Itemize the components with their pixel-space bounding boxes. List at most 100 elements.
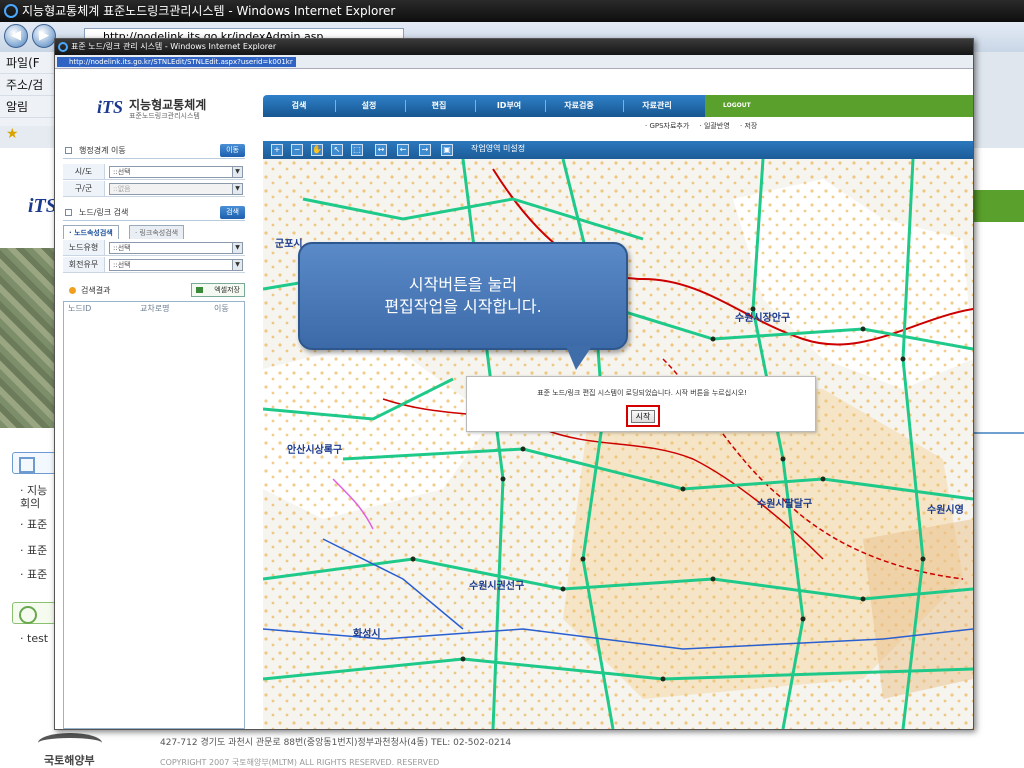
node-type-label: 노드유형 — [63, 240, 105, 255]
forward-button[interactable]: ▶ — [32, 24, 56, 48]
menu-settings[interactable]: 설정 — [339, 95, 399, 117]
ministry-name: 국토해양부 — [44, 754, 95, 767]
map-status: 작업영역 미설정 — [471, 144, 526, 153]
ie-logo-icon — [58, 42, 68, 52]
submenu-save[interactable]: · 저장 — [740, 122, 757, 130]
notice-icon — [12, 452, 56, 474]
tab-link-attr[interactable]: · 링크속성검색 — [129, 225, 185, 239]
sub-menu: · GPS자료추가 · 일괄반영 · 저장 — [645, 121, 765, 131]
search-button[interactable]: 검색 — [220, 206, 245, 219]
menu-data-manage[interactable]: 자료관리 — [627, 95, 687, 117]
sido-select[interactable]: ::선택 ▼ — [109, 166, 243, 178]
tab-node-attr[interactable]: · 노드속성검색 — [63, 225, 119, 239]
callout-tail — [566, 346, 592, 370]
clock-icon — [12, 602, 56, 624]
top-menu: 검색 설정 편집 ID부여 자료검증 자료관리 LOGOUT — [263, 95, 973, 117]
ministry-logo-icon — [38, 733, 102, 753]
pan-hand-icon[interactable]: ✋ — [311, 144, 323, 156]
chevron-down-icon: ▼ — [232, 243, 242, 253]
column-header: 노드ID — [68, 304, 92, 313]
node-type-select[interactable]: ::선택 ▼ — [109, 242, 243, 254]
logout-button[interactable]: LOGOUT — [705, 95, 973, 117]
outer-page-right — [972, 148, 1024, 738]
map-label: 화성시 — [353, 629, 381, 640]
submenu-batch-apply[interactable]: · 일괄반영 — [700, 122, 730, 130]
outer-window-title: 지능형교통체계 표준노드링크관리시스템 - Windows Internet E… — [0, 0, 1024, 22]
results-table: 노드ID 교차로명 이동 — [63, 301, 245, 729]
popup-title-text: 표준 노드/링크 관리 시스템 - Windows Internet Explo… — [71, 42, 277, 51]
outer-aerial-image — [0, 248, 60, 428]
chevron-down-icon: ▼ — [232, 184, 242, 194]
admin-move-label: 행정경계 이동 — [79, 146, 126, 155]
results-header: 검색결과 엑셀저장 — [63, 283, 245, 299]
column-header: 이동 — [214, 304, 229, 313]
instruction-callout: 시작버튼을 눌러 편집작업을 시작합니다. — [298, 242, 628, 350]
gugun-select[interactable]: ::없음 ▼ — [109, 183, 243, 195]
turn-row: 회전유무 ::선택 ▼ — [63, 257, 245, 273]
footer-copyright: COPYRIGHT 2007 국토해양부(MLTM) ALL RIGHTS RE… — [160, 758, 440, 767]
full-extent-icon[interactable]: ▣ — [441, 144, 453, 156]
sido-row: 시/도 ::선택 ▼ — [63, 164, 245, 180]
zoom-out-icon[interactable]: − — [291, 144, 303, 156]
map-label: 수원시장안구 — [735, 313, 791, 324]
outer-recent-item[interactable]: · test — [20, 632, 48, 645]
outer-page-logo: iTS — [28, 195, 57, 217]
back-button[interactable]: ◀ — [4, 24, 28, 48]
node-search-label: 노드/링크 검색 — [79, 208, 129, 217]
map-label: 군포시 — [275, 239, 303, 250]
start-button[interactable]: 시작 — [631, 410, 655, 423]
outer-notice-item[interactable]: 회의 — [20, 495, 40, 511]
move-button[interactable]: 이동 — [220, 144, 245, 157]
start-button-highlight: 시작 — [626, 405, 660, 427]
excel-save-button[interactable]: 엑셀저장 — [191, 283, 245, 297]
admin-move-header: 행정경계 이동 이동 — [63, 143, 245, 159]
turn-label: 회전유무 — [63, 257, 105, 272]
alerts-menu[interactable]: 알림 — [0, 96, 60, 118]
popup-title-bar: 표준 노드/링크 관리 시스템 - Windows Internet Explo… — [55, 39, 973, 55]
favorites-star-icon[interactable]: ★ — [0, 126, 60, 148]
outer-notice-item[interactable]: · 표준 — [20, 566, 47, 582]
map-label: 수원시영 — [927, 505, 964, 516]
column-header: 교차로명 — [140, 304, 170, 313]
chevron-down-icon: ▼ — [232, 167, 242, 177]
outer-window-title-text: 지능형교통체계 표준노드링크관리시스템 - Windows Internet E… — [22, 4, 396, 18]
outer-divider — [972, 432, 1024, 434]
section-bullet-icon — [65, 209, 72, 216]
outer-notice-item[interactable]: · 표준 — [20, 516, 47, 532]
zoom-in-icon[interactable]: + — [271, 144, 283, 156]
map-label: 안산시상록구 — [287, 445, 343, 456]
map-label: 수원시팔달구 — [757, 499, 813, 510]
callout-line-1: 시작버튼을 눌러 — [408, 275, 518, 294]
outer-menubar: 파일(F 주소/검 알림 — [0, 52, 60, 126]
ie-logo-icon — [4, 4, 18, 18]
menu-edit[interactable]: 편집 — [409, 95, 469, 117]
next-view-icon[interactable]: → — [419, 144, 431, 156]
callout-line-2: 편집작업을 시작합니다. — [384, 297, 542, 316]
menu-search[interactable]: 검색 — [269, 95, 329, 117]
loading-dialog: 표준 노드/링크 편집 시스템이 로딩되었습니다. 시작 버튼을 누르십시오! … — [466, 376, 816, 432]
left-panel: iTS 지능형교통체계 표준노드링크관리시스템 행정경계 이동 이동 시/도 :… — [55, 69, 265, 729]
outer-footer — [0, 728, 1024, 768]
submenu-gps-add[interactable]: · GPS자료추가 — [645, 122, 689, 130]
gugun-label: 구/군 — [63, 181, 105, 196]
results-bullet-icon — [69, 287, 76, 294]
address-menu[interactable]: 주소/검 — [0, 74, 60, 96]
file-menu[interactable]: 파일(F — [0, 52, 60, 74]
chevron-down-icon: ▼ — [232, 260, 242, 270]
menu-data-verify[interactable]: 자료검증 — [549, 95, 609, 117]
map-toolbar: + − ✋ ↖ ⬚ ↔ ← → ▣ 작업영역 미설정 — [263, 141, 973, 159]
select-arrow-icon[interactable]: ↖ — [331, 144, 343, 156]
gugun-row: 구/군 ::없음 ▼ — [63, 181, 245, 197]
footer-address: 427-712 경기도 과천시 관문로 88번(중앙동1번지)정부과천청사(4동… — [160, 738, 512, 748]
sido-label: 시/도 — [63, 164, 105, 179]
outer-notice-item[interactable]: · 표준 — [20, 542, 47, 558]
select-area-icon[interactable]: ⬚ — [351, 144, 363, 156]
measure-icon[interactable]: ↔ — [375, 144, 387, 156]
prev-view-icon[interactable]: ← — [397, 144, 409, 156]
menu-id-assign[interactable]: ID부여 — [479, 95, 539, 117]
node-type-row: 노드유형 ::선택 ▼ — [63, 240, 245, 256]
turn-select[interactable]: ::선택 ▼ — [109, 259, 243, 271]
node-search-header: 노드/링크 검색 검색 — [63, 205, 245, 221]
map-label: 수원시권선구 — [469, 581, 525, 592]
popup-address-field[interactable]: http://nodelink.its.go.kr/STNLEdit/STNLE… — [57, 57, 296, 67]
